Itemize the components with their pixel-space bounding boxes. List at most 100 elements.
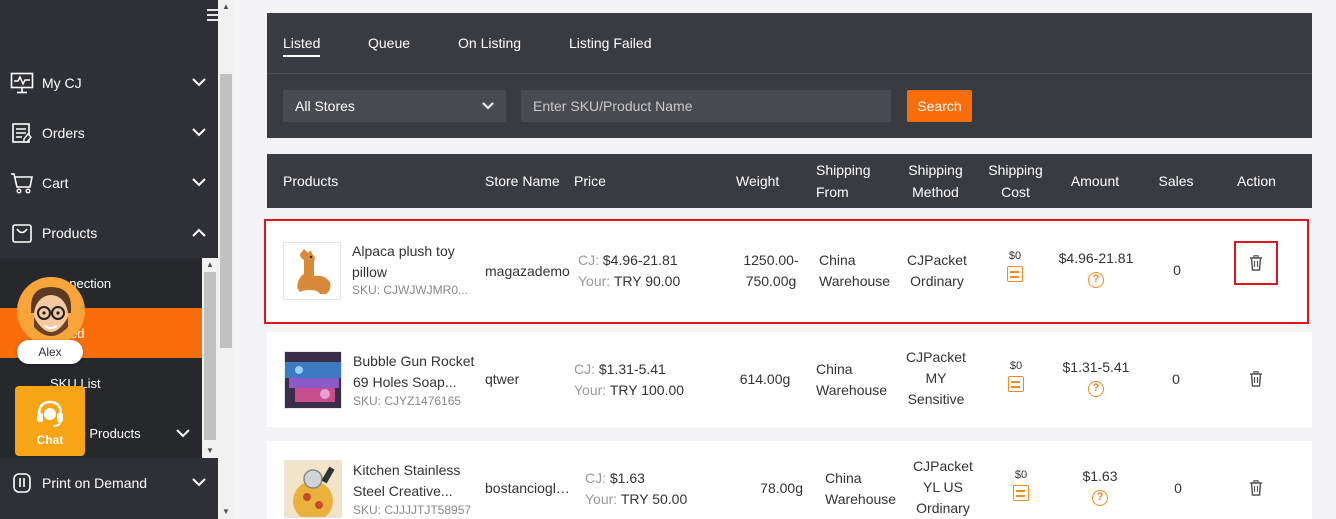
scroll-down-icon[interactable]: ▼ — [218, 505, 234, 519]
pod-icon — [9, 471, 35, 495]
col-products: Products — [283, 173, 339, 189]
monitor-icon — [9, 71, 35, 95]
trash-icon[interactable] — [1249, 371, 1263, 387]
search-input[interactable] — [521, 90, 891, 122]
sidebar-item-print-on-demand[interactable]: Print on Demand — [0, 458, 218, 508]
table-row: Alpaca plush toy pillow SKU: CJWJWJMR0..… — [264, 219, 1309, 324]
sidebar-item-label: Cart — [42, 175, 69, 191]
shipping-from: China Warehouse — [816, 361, 888, 398]
price: CJ: $1.31-5.41 Your: TRY 100.00 — [574, 361, 685, 398]
product-thumbnail[interactable] — [284, 460, 342, 518]
price: CJ: $1.63 Your: TRY 50.00 — [585, 470, 688, 507]
product-thumbnail[interactable] — [283, 242, 341, 300]
col-store-name: Store Name — [485, 173, 560, 189]
chat-label: Chat — [36, 432, 64, 447]
agent-avatar[interactable] — [17, 277, 85, 345]
price: CJ: $4.96-21.81 Your: TRY 90.00 — [578, 252, 681, 289]
table-row: Kitchen Stainless Steel Creative... SKU:… — [267, 441, 1312, 519]
listing-toolbar: Listed Queue On Listing Listing Failed A… — [267, 13, 1312, 138]
submenu-scroll-thumb[interactable] — [204, 272, 216, 440]
shipping-from: China Warehouse — [819, 252, 891, 289]
sales: 0 — [1173, 262, 1181, 278]
chevron-down-icon — [190, 126, 208, 140]
delete-button[interactable] — [1234, 241, 1278, 285]
sidebar-item-label: My CJ — [42, 75, 82, 91]
scroll-up-icon[interactable]: ▲ — [218, 0, 234, 14]
col-action: Action — [1237, 173, 1276, 189]
product-sku: SKU: CJYZ1476165 — [353, 394, 462, 408]
table-row: Bubble Gun Rocket 69 Holes Soap... SKU: … — [267, 332, 1312, 427]
tab-listed[interactable]: Listed — [283, 35, 321, 57]
calculator-icon[interactable] — [1007, 266, 1023, 282]
shipping-cost: $0 — [1001, 360, 1031, 392]
shipping-cost: $0 — [1000, 250, 1030, 282]
store-select-value: All Stores — [295, 98, 355, 114]
question-icon[interactable]: ? — [1088, 381, 1104, 397]
store-name: qtwer — [485, 371, 520, 387]
trash-icon[interactable] — [1249, 480, 1263, 496]
tab-listing-failed[interactable]: Listing Failed — [569, 35, 652, 51]
col-weight: Weight — [736, 173, 780, 189]
calculator-icon[interactable] — [1008, 376, 1024, 392]
chevron-down-icon — [190, 476, 208, 490]
sidebar-item-products[interactable]: Products — [0, 208, 218, 258]
sidebar-scroll-thumb[interactable] — [220, 74, 232, 348]
chevron-down-icon — [176, 426, 190, 441]
agent-name: Alex — [17, 340, 83, 364]
question-icon[interactable]: ? — [1092, 490, 1108, 506]
sidebar-item-cart[interactable]: Cart — [0, 158, 218, 208]
sidebar-item-label: Print on Demand — [42, 475, 148, 491]
divider — [267, 73, 1312, 74]
chevron-down-icon — [190, 76, 208, 90]
amount: $1.63 ? — [1050, 466, 1150, 506]
shipping-method: CJPacket MY Sensitive — [906, 349, 966, 407]
weight: 1250.00- 750.00g — [743, 252, 799, 289]
sidebar-item-label: Products — [42, 225, 98, 241]
scroll-up-icon[interactable]: ▲ — [202, 258, 218, 272]
cart-icon — [9, 171, 35, 195]
amount: $1.31-5.41 ? — [1046, 357, 1146, 397]
product-sku: SKU: CJWJWJMR0... — [352, 283, 468, 297]
weight: 78.00g — [760, 480, 803, 496]
col-sales: Sales — [1158, 173, 1194, 189]
product-thumbnail[interactable] — [284, 351, 342, 409]
store-name: magazademo — [485, 263, 570, 279]
product-name[interactable]: Kitchen Stainless Steel Creative... — [353, 460, 483, 502]
sales: 0 — [1174, 480, 1182, 496]
col-price: Price — [574, 173, 606, 189]
product-name[interactable]: Bubble Gun Rocket 69 Holes Soap... — [353, 351, 483, 393]
col-shipping-from: Shipping From — [816, 162, 871, 200]
product-name[interactable]: Alpaca plush toy pillow — [352, 241, 482, 283]
chat-button[interactable]: Chat — [15, 386, 85, 456]
sidebar-item-orders[interactable]: Orders — [0, 108, 218, 158]
chevron-down-icon — [190, 176, 208, 190]
shipping-method: CJPacket YL US Ordinary — [913, 458, 973, 516]
search-button[interactable]: Search — [907, 90, 972, 122]
store-select[interactable]: All Stores — [283, 90, 506, 122]
tab-on-listing[interactable]: On Listing — [458, 35, 521, 51]
question-icon[interactable]: ? — [1088, 272, 1104, 288]
scroll-down-icon[interactable]: ▼ — [202, 444, 218, 458]
shipping-method: CJPacket Ordinary — [907, 252, 967, 289]
shipping-from: China Warehouse — [825, 470, 897, 507]
bag-icon — [9, 221, 35, 245]
chevron-up-icon — [190, 226, 208, 240]
sales: 0 — [1172, 371, 1180, 387]
shipping-cost: $0 — [1006, 469, 1036, 501]
headset-icon — [33, 396, 67, 433]
chevron-down-icon — [482, 98, 494, 115]
calculator-icon[interactable] — [1013, 485, 1029, 501]
store-name: bostancioglu... — [485, 480, 573, 496]
product-sku: SKU: CJJJJTJT58957 — [353, 503, 472, 517]
amount: $4.96-21.81 ? — [1046, 248, 1146, 288]
orders-icon — [9, 121, 35, 145]
col-shipping-cost: Shipping Cost — [988, 162, 1043, 200]
table-header: Products Store Name Price Weight Shippin… — [267, 154, 1312, 208]
sidebar-item-my-cj[interactable]: My CJ — [0, 58, 218, 108]
sidebar-item-label: Orders — [42, 125, 85, 141]
col-shipping-method: Shipping Method — [908, 162, 963, 200]
weight: 614.00g — [739, 371, 791, 387]
trash-icon — [1249, 255, 1263, 271]
col-amount: Amount — [1070, 173, 1120, 189]
tab-queue[interactable]: Queue — [368, 35, 410, 51]
